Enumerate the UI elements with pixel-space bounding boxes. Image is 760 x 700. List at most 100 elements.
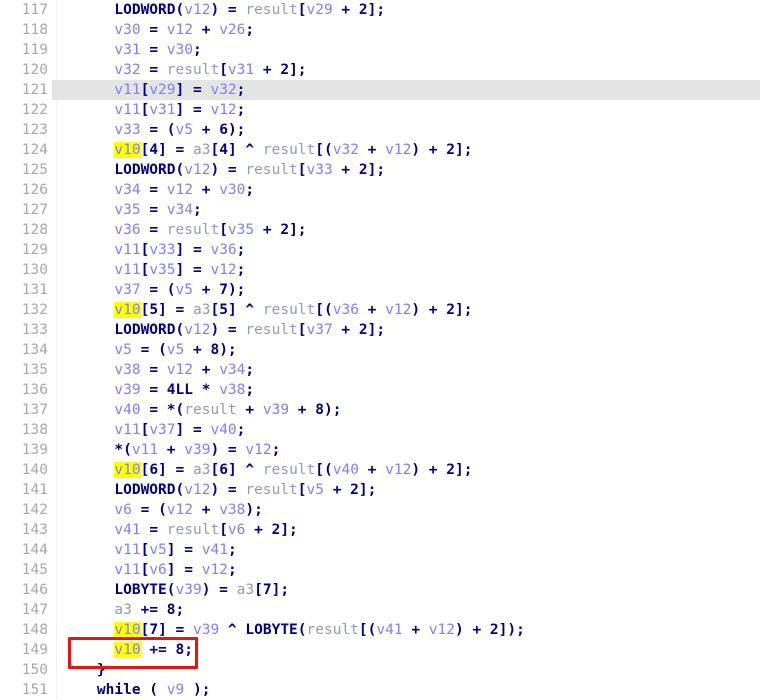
- code-token[interactable]: result: [184, 402, 236, 418]
- code-line-text[interactable]: v10[5] = a3[5] ^ result[(v36 + v12) + 2]…: [52, 300, 472, 320]
- code-token[interactable]: v12: [245, 442, 271, 458]
- code-token[interactable]: ]: [176, 422, 185, 438]
- code-token[interactable]: ;: [237, 102, 246, 118]
- code-token[interactable]: 5: [149, 302, 158, 318]
- code-token[interactable]: ;: [272, 442, 281, 458]
- code-token[interactable]: [62, 62, 114, 78]
- code-token[interactable]: =: [132, 502, 158, 518]
- code-token[interactable]: ];: [368, 162, 385, 178]
- code-token[interactable]: a3: [193, 302, 210, 318]
- code-token[interactable]: =: [167, 302, 193, 318]
- code-token[interactable]: [: [210, 142, 219, 158]
- code-token[interactable]: ;: [228, 562, 237, 578]
- code-token[interactable]: =: [176, 542, 202, 558]
- code-token[interactable]: [: [298, 2, 307, 18]
- code-token[interactable]: 7: [219, 282, 228, 298]
- code-token[interactable]: LOBYTE: [245, 622, 297, 638]
- code-line-text[interactable]: v41 = result[v6 + 2];: [52, 520, 297, 540]
- code-token[interactable]: ]: [176, 102, 185, 118]
- code-token[interactable]: [62, 462, 114, 478]
- code-token[interactable]: [62, 422, 114, 438]
- code-line-text[interactable]: v6 = (v12 + v38);: [52, 500, 262, 520]
- code-line-text[interactable]: v11[v35] = v12;: [52, 260, 245, 280]
- code-token[interactable]: v31: [228, 62, 254, 78]
- code-token[interactable]: v12: [202, 562, 228, 578]
- code-line-text[interactable]: v11[v33] = v36;: [52, 240, 245, 260]
- code-token[interactable]: ): [210, 442, 219, 458]
- code-token[interactable]: =: [141, 402, 167, 418]
- code-token[interactable]: ) +: [411, 142, 446, 158]
- code-token[interactable]: v33: [307, 162, 333, 178]
- code-token[interactable]: =: [141, 522, 167, 538]
- code-token[interactable]: [62, 282, 114, 298]
- code-line[interactable]: 151 while ( v9 );: [0, 680, 760, 700]
- code-token[interactable]: v34: [219, 362, 245, 378]
- code-token[interactable]: 7: [149, 622, 158, 638]
- code-token[interactable]: =: [219, 482, 245, 498]
- code-line[interactable]: 140 v10[6] = a3[6] ^ result[(v40 + v12) …: [0, 460, 760, 480]
- code-token[interactable]: result: [245, 162, 297, 178]
- code-token[interactable]: [62, 582, 114, 598]
- code-token[interactable]: [(: [359, 622, 376, 638]
- code-token[interactable]: v41: [202, 542, 228, 558]
- code-line[interactable]: 136 v39 = 4LL * v38;: [0, 380, 760, 400]
- code-token[interactable]: [62, 2, 114, 18]
- code-token[interactable]: =: [141, 42, 167, 58]
- code-token[interactable]: ;: [245, 182, 254, 198]
- code-line-text[interactable]: v10 += 8;: [52, 640, 193, 660]
- code-token[interactable]: v31: [114, 42, 140, 58]
- pseudocode-view[interactable]: 117 LODWORD(v12) = result[v29 + 2]; 118 v…: [0, 0, 760, 700]
- code-token[interactable]: v36: [333, 302, 359, 318]
- code-token[interactable]: +=: [132, 602, 167, 618]
- code-token[interactable]: v12: [429, 622, 455, 638]
- code-token[interactable]: [62, 402, 114, 418]
- code-token[interactable]: v31: [149, 102, 175, 118]
- highlighted-token[interactable]: v10: [114, 642, 141, 658]
- code-token[interactable]: ]: [176, 242, 185, 258]
- code-token[interactable]: v39: [184, 442, 210, 458]
- code-line-text[interactable]: v11[v37] = v40;: [52, 420, 245, 440]
- code-token[interactable]: v37: [307, 322, 333, 338]
- code-token[interactable]: result: [167, 222, 219, 238]
- code-token[interactable]: 5: [219, 302, 228, 318]
- code-line[interactable]: 150 }: [0, 660, 760, 680]
- code-token[interactable]: =: [141, 22, 167, 38]
- code-token[interactable]: [62, 542, 114, 558]
- code-token[interactable]: ;: [176, 602, 185, 618]
- code-token[interactable]: v41: [114, 522, 140, 538]
- code-token[interactable]: (: [167, 282, 176, 298]
- code-token[interactable]: +: [333, 162, 359, 178]
- code-token[interactable]: [: [210, 462, 219, 478]
- code-token[interactable]: +: [184, 342, 210, 358]
- code-token[interactable]: +: [193, 22, 219, 38]
- code-token[interactable]: [62, 662, 97, 678]
- code-token[interactable]: [62, 522, 114, 538]
- code-token[interactable]: v30: [219, 182, 245, 198]
- code-token[interactable]: [(: [315, 462, 332, 478]
- code-token[interactable]: ]: [228, 462, 237, 478]
- code-token[interactable]: v12: [385, 462, 411, 478]
- code-token[interactable]: v38: [114, 362, 140, 378]
- code-token[interactable]: result: [263, 142, 315, 158]
- code-token[interactable]: v35: [228, 222, 254, 238]
- code-line[interactable]: 134 v5 = (v5 + 8);: [0, 340, 760, 360]
- code-line-text[interactable]: v35 = v34;: [52, 200, 201, 220]
- code-line[interactable]: 139 *(v11 + v39) = v12;: [0, 440, 760, 460]
- code-token[interactable]: =: [184, 262, 210, 278]
- code-token[interactable]: +: [359, 142, 385, 158]
- code-token[interactable]: result: [167, 522, 219, 538]
- code-token[interactable]: [62, 602, 114, 618]
- code-line[interactable]: 126 v34 = v12 + v30;: [0, 180, 760, 200]
- code-token[interactable]: [62, 102, 114, 118]
- code-line[interactable]: 147 a3 += 8;: [0, 600, 760, 620]
- code-token[interactable]: ^: [237, 142, 263, 158]
- code-token[interactable]: ];: [455, 302, 472, 318]
- code-line-text[interactable]: LODWORD(v12) = result[v5 + 2];: [52, 480, 376, 500]
- code-token[interactable]: [62, 142, 114, 158]
- code-token[interactable]: result: [245, 2, 297, 18]
- code-token[interactable]: *: [193, 382, 219, 398]
- code-token[interactable]: 2: [280, 222, 289, 238]
- code-token[interactable]: =: [184, 102, 210, 118]
- code-token[interactable]: LODWORD: [114, 482, 175, 498]
- code-token[interactable]: [62, 302, 114, 318]
